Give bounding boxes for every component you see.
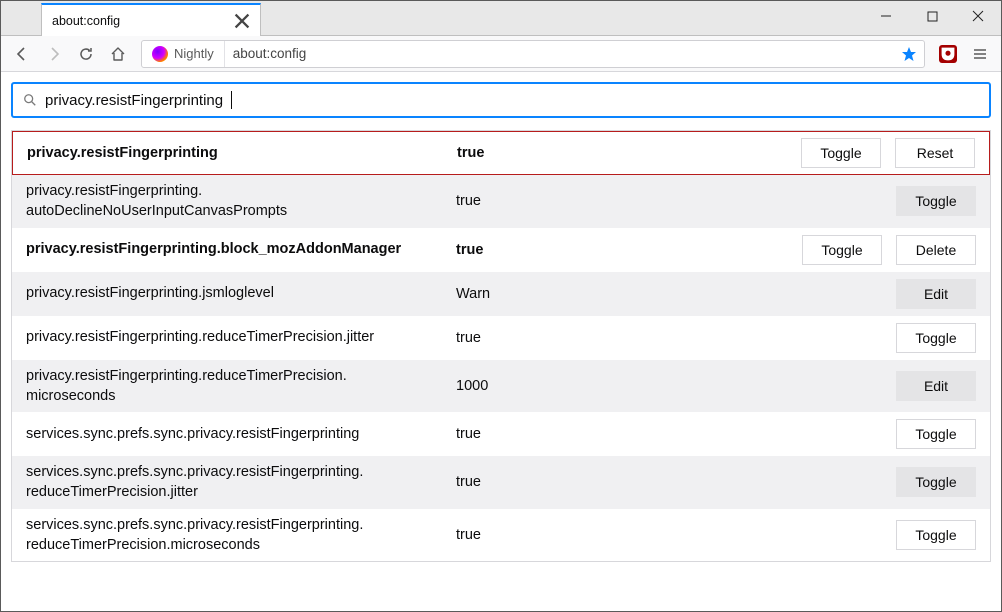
pref-search-box[interactable]: privacy.resistFingerprinting [11, 82, 991, 118]
pref-row[interactable]: privacy.resistFingerprinting.reduceTimer… [12, 316, 990, 360]
home-button[interactable] [103, 39, 133, 69]
pref-value: true [457, 145, 801, 161]
pref-value: true [456, 527, 896, 543]
minimize-button[interactable] [863, 1, 909, 31]
ublock-icon[interactable] [933, 39, 963, 69]
pref-actions: Edit [896, 371, 976, 401]
pref-value: true [456, 426, 896, 442]
identity-box[interactable]: Nightly [142, 41, 225, 67]
firefox-logo-icon [152, 46, 168, 62]
toggle-button[interactable]: Toggle [896, 520, 976, 550]
browser-tab[interactable]: about:config [41, 3, 261, 36]
pref-row[interactable]: services.sync.prefs.sync.privacy.resistF… [12, 456, 990, 509]
pref-name: privacy.resistFingerprinting.reduceTimer… [26, 366, 456, 407]
reset-button[interactable]: Reset [895, 138, 975, 168]
pref-row[interactable]: privacy.resistFingerprinting.block_mozAd… [12, 228, 990, 272]
window-controls [863, 1, 1001, 31]
pref-actions: Toggle Reset [801, 138, 975, 168]
toggle-button[interactable]: Toggle [896, 419, 976, 449]
maximize-button[interactable] [909, 1, 955, 31]
pref-row[interactable]: services.sync.prefs.sync.privacy.resistF… [12, 509, 990, 562]
url-bar[interactable]: Nightly [141, 40, 925, 68]
nav-toolbar: Nightly [1, 36, 1001, 72]
pref-value: true [456, 330, 896, 346]
pref-actions: Toggle Delete [802, 235, 976, 265]
delete-button[interactable]: Delete [896, 235, 976, 265]
reload-button[interactable] [71, 39, 101, 69]
search-icon [23, 93, 37, 107]
title-bar: about:config [1, 1, 1001, 36]
pref-value: true [456, 474, 896, 490]
hamburger-menu-icon[interactable] [965, 39, 995, 69]
pref-actions: Toggle [896, 186, 976, 216]
pref-value: true [456, 193, 896, 209]
pref-actions: Edit [896, 279, 976, 309]
close-tab-icon[interactable] [234, 13, 250, 29]
url-input[interactable] [225, 46, 894, 61]
pref-name: services.sync.prefs.sync.privacy.resistF… [26, 462, 456, 503]
pref-value: true [456, 242, 802, 258]
pref-actions: Toggle [896, 323, 976, 353]
pref-actions: Toggle [896, 520, 976, 550]
toggle-button[interactable]: Toggle [896, 467, 976, 497]
pref-value: Warn [456, 286, 896, 302]
toggle-button[interactable]: Toggle [896, 186, 976, 216]
pref-actions: Toggle [896, 467, 976, 497]
pref-name: privacy.resistFingerprinting.jsmloglevel [26, 283, 456, 303]
pref-name: privacy.resistFingerprinting. autoDeclin… [26, 181, 456, 222]
pref-actions: Toggle [896, 419, 976, 449]
pref-search-value: privacy.resistFingerprinting [45, 92, 223, 109]
about-config-content: privacy.resistFingerprinting privacy.res… [1, 72, 1001, 572]
bookmark-star-icon[interactable] [894, 40, 924, 68]
forward-button[interactable] [39, 39, 69, 69]
identity-label: Nightly [174, 46, 214, 61]
text-caret [231, 91, 232, 109]
edit-button[interactable]: Edit [896, 371, 976, 401]
pref-row[interactable]: privacy.resistFingerprinting. autoDeclin… [12, 175, 990, 228]
pref-name: privacy.resistFingerprinting.block_mozAd… [26, 239, 456, 259]
pref-name: services.sync.prefs.sync.privacy.resistF… [26, 424, 456, 444]
toggle-button[interactable]: Toggle [802, 235, 882, 265]
toggle-button[interactable]: Toggle [896, 323, 976, 353]
pref-name: services.sync.prefs.sync.privacy.resistF… [26, 515, 456, 556]
toggle-button[interactable]: Toggle [801, 138, 881, 168]
edit-button[interactable]: Edit [896, 279, 976, 309]
pref-row[interactable]: privacy.resistFingerprintingtrueToggle Re… [12, 131, 990, 175]
back-button[interactable] [7, 39, 37, 69]
pref-name: privacy.resistFingerprinting [27, 143, 457, 163]
tab-title: about:config [52, 14, 226, 28]
pref-row[interactable]: privacy.resistFingerprinting.reduceTimer… [12, 360, 990, 413]
pref-name: privacy.resistFingerprinting.reduceTimer… [26, 327, 456, 347]
pref-table: privacy.resistFingerprintingtrueToggleRe… [11, 130, 991, 562]
window-close-button[interactable] [955, 1, 1001, 31]
pref-value: 1000 [456, 378, 896, 394]
pref-row[interactable]: services.sync.prefs.sync.privacy.resistF… [12, 412, 990, 456]
pref-row[interactable]: privacy.resistFingerprinting.jsmloglevel… [12, 272, 990, 316]
